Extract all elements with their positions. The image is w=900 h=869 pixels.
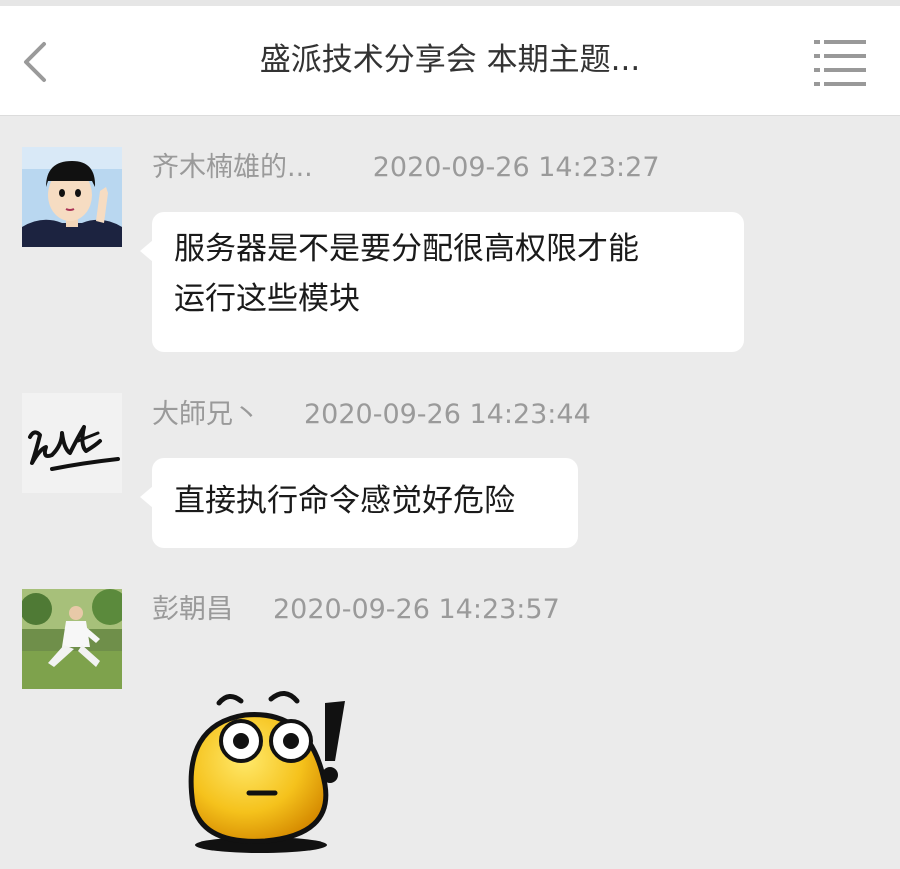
message-text-line: 服务器是不是要分配很高权限才能 <box>174 231 639 267</box>
message-text-line: 运行这些模块 <box>174 281 360 317</box>
message-meta: 大師兄丶 2020-09-26 14:23:44 <box>152 397 591 433</box>
list-menu-icon <box>814 40 866 86</box>
message-time: 2020-09-26 14:23:57 <box>273 594 560 625</box>
chevron-left-icon <box>24 42 46 82</box>
sender-name: 大師兄丶 <box>152 399 260 430</box>
avatar[interactable] <box>22 589 122 689</box>
chat-header: 盛派技术分享会 本期主题... <box>0 6 900 116</box>
avatar[interactable] <box>22 147 122 247</box>
menu-button[interactable] <box>808 36 872 88</box>
message-time: 2020-09-26 14:23:27 <box>372 152 660 183</box>
message-meta: 彭朝昌 2020-09-26 14:23:57 <box>152 592 560 628</box>
message-time: 2020-09-26 14:23:44 <box>304 399 591 430</box>
avatar[interactable] <box>22 393 122 493</box>
message-text-line: 直接执行命令感觉好危险 <box>174 483 515 519</box>
surprised-emoji-sticker[interactable] <box>175 685 365 855</box>
message-bubble[interactable]: 直接执行命令感觉好危险 <box>140 458 578 548</box>
back-button[interactable] <box>14 36 58 88</box>
sender-name: 齐木楠雄的... <box>152 152 313 183</box>
sender-name: 彭朝昌 <box>152 594 233 625</box>
message-bubble[interactable]: 服务器是不是要分配很高权限才能 运行这些模块 <box>140 212 744 352</box>
chat-title: 盛派技术分享会 本期主题... <box>259 42 641 78</box>
message-meta: 齐木楠雄的... 2020-09-26 14:23:27 <box>152 150 660 186</box>
